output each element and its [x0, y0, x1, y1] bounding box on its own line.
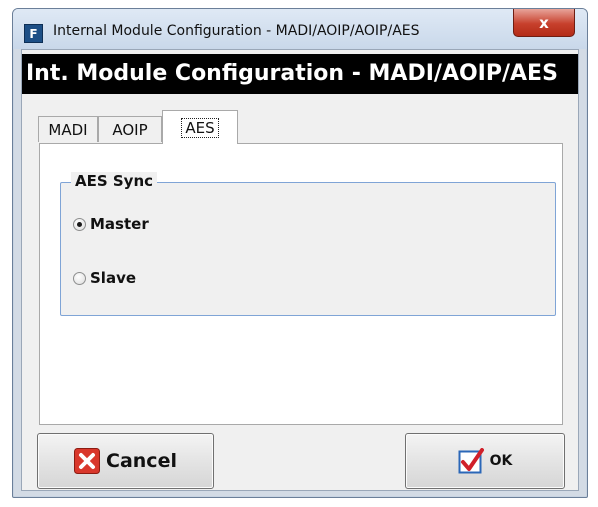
- aes-sync-group-title: AES Sync: [71, 172, 158, 190]
- radio-slave-label[interactable]: Slave: [90, 269, 136, 287]
- aes-tab-panel: AES Sync Master Slave: [39, 143, 563, 425]
- tab-aes[interactable]: AES: [162, 110, 238, 144]
- radio-master[interactable]: Master: [73, 215, 149, 233]
- radio-slave-button[interactable]: [73, 271, 86, 285]
- cancel-button-label: Cancel: [106, 450, 177, 472]
- radio-master-label[interactable]: Master: [90, 215, 149, 233]
- checkbox-check-icon: [458, 448, 484, 474]
- app-icon: F: [24, 24, 43, 43]
- ok-button-label: OK: [489, 453, 513, 469]
- radio-selected-dot: [77, 221, 82, 227]
- window-title: Internal Module Configuration - MADI/AOI…: [53, 23, 420, 39]
- tab-aes-label: AES: [181, 117, 219, 138]
- dialog-window: F Internal Module Configuration - MADI/A…: [12, 8, 588, 498]
- tab-madi[interactable]: MADI: [38, 116, 98, 142]
- cancel-x-icon: [74, 448, 101, 474]
- close-button[interactable]: x: [513, 9, 575, 37]
- radio-slave[interactable]: Slave: [73, 269, 136, 287]
- radio-master-button[interactable]: [73, 217, 86, 231]
- dialog-header: Int. Module Configuration - MADI/AOIP/AE…: [22, 54, 578, 94]
- dialog-client-area: Int. Module Configuration - MADI/AOIP/AE…: [21, 49, 579, 491]
- title-bar[interactable]: F Internal Module Configuration - MADI/A…: [13, 9, 587, 49]
- ok-button[interactable]: OK: [405, 433, 565, 489]
- tab-aoip-label: AOIP: [112, 120, 148, 139]
- tab-madi-label: MADI: [48, 120, 88, 139]
- tab-aoip[interactable]: AOIP: [98, 116, 162, 142]
- aes-sync-group: AES Sync Master Slave: [60, 172, 556, 316]
- close-icon: x: [539, 13, 549, 32]
- cancel-button[interactable]: Cancel: [37, 433, 214, 489]
